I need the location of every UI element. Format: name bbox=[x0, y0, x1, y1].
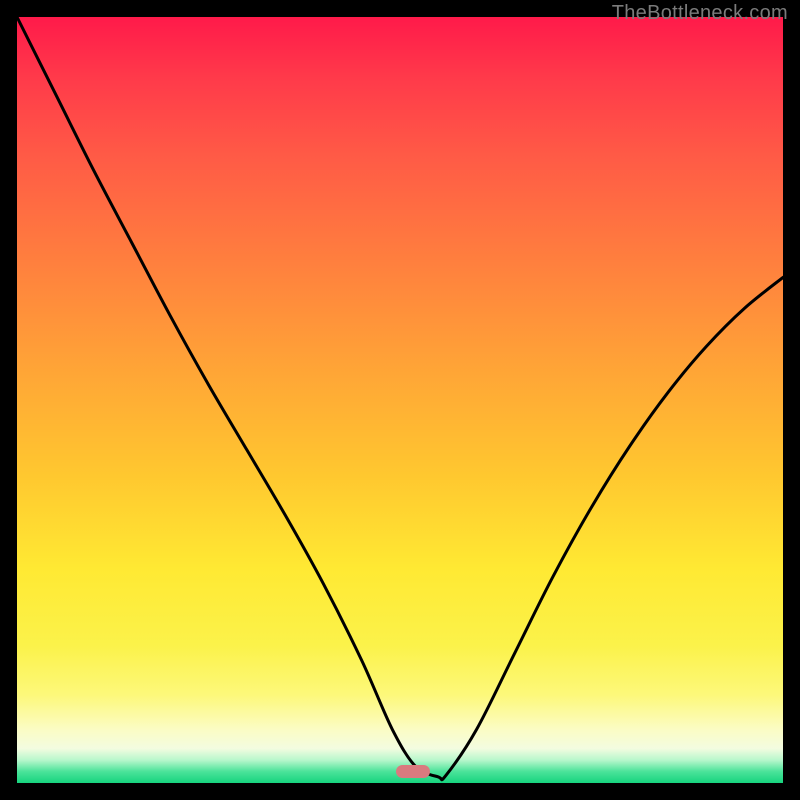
curve-path bbox=[17, 17, 783, 780]
min-marker-pill bbox=[396, 765, 430, 778]
plot-area bbox=[17, 17, 783, 783]
watermark-text: TheBottleneck.com bbox=[612, 2, 788, 25]
chart-frame: TheBottleneck.com bbox=[0, 0, 800, 800]
bottleneck-curve bbox=[17, 17, 783, 783]
